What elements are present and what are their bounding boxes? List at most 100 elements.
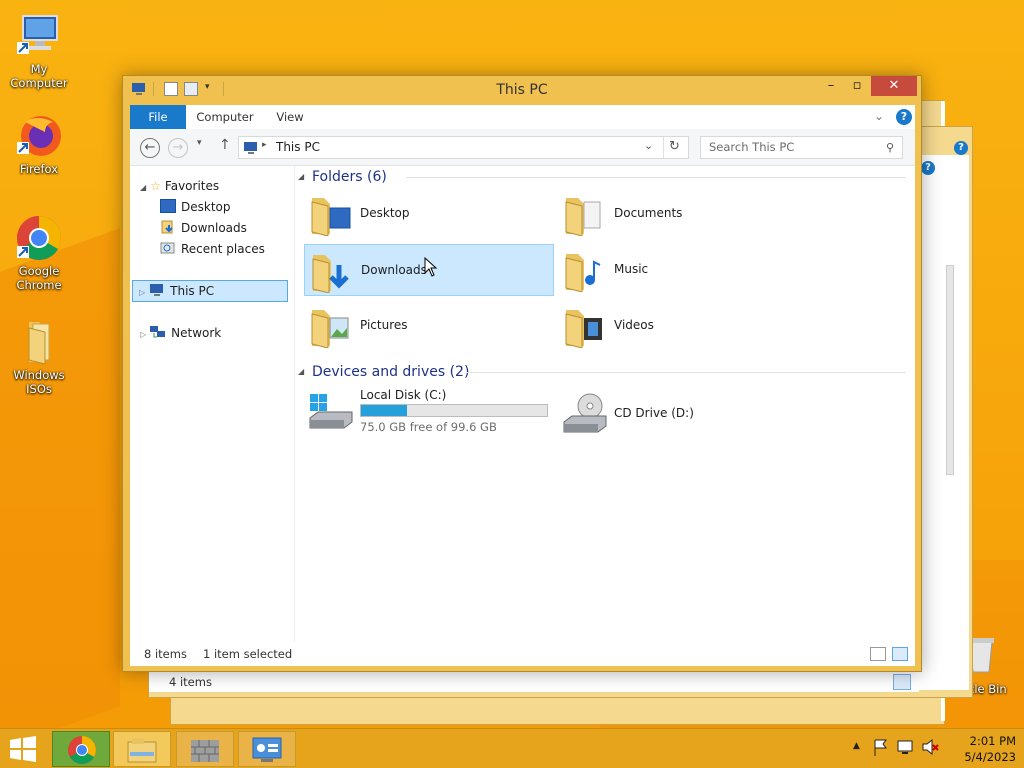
- expand-icon[interactable]: ▷: [140, 330, 146, 339]
- clock-date: 5/4/2023: [964, 750, 1016, 764]
- drive-c[interactable]: Local Disk (C:) 75.0 GB free of 99.6 GB: [304, 388, 554, 440]
- address-bar[interactable]: ▸ This PC ⌄ ↻: [238, 136, 689, 159]
- action-center-flag-icon[interactable]: [873, 738, 889, 756]
- star-icon: ☆: [150, 179, 161, 193]
- downloads-icon: [160, 220, 176, 234]
- desktop-icon-my-computer[interactable]: My Computer: [1, 12, 77, 90]
- nav-favorites[interactable]: ◢ ☆ Favorites: [140, 176, 219, 196]
- large-icons-view-icon[interactable]: [892, 647, 908, 661]
- window-body: ◢ ☆ Favorites Desktop Downloads Recent pla…: [130, 166, 915, 642]
- clock[interactable]: 2:01 PM 5/4/2023: [946, 733, 1016, 765]
- expand-ribbon-icon[interactable]: ⌄: [874, 109, 884, 123]
- folder-music[interactable]: Music: [558, 244, 808, 296]
- downloads-folder-icon: [309, 249, 353, 294]
- devices-group-header[interactable]: ◢ Devices and drives (2): [296, 361, 915, 381]
- chrome-icon: [15, 214, 63, 262]
- divider: [406, 177, 906, 178]
- nav-label: Network: [171, 326, 222, 340]
- status-bar: 8 items 1 item selected: [130, 642, 915, 666]
- folder-documents[interactable]: Documents: [558, 188, 808, 240]
- folder-downloads[interactable]: Downloads: [304, 244, 554, 296]
- taskbar-file-explorer[interactable]: [113, 731, 171, 767]
- volume-muted-icon[interactable]: [921, 738, 939, 756]
- collapse-icon[interactable]: ◢: [298, 367, 304, 376]
- cd-drive-icon: [562, 392, 607, 436]
- up-button[interactable]: ↑: [219, 137, 231, 153]
- close-button[interactable]: ✕: [871, 76, 917, 96]
- computer-icon: [15, 12, 63, 60]
- folder-label: Downloads: [361, 263, 427, 277]
- nav-downloads[interactable]: Downloads: [160, 218, 247, 238]
- computer-small-icon: [149, 283, 165, 297]
- back-button[interactable]: ←: [140, 138, 160, 158]
- nav-network[interactable]: ▷ Network: [140, 323, 221, 343]
- minimize-button[interactable]: –: [817, 76, 845, 96]
- drive-usage-bar: [360, 404, 548, 417]
- nav-desktop[interactable]: Desktop: [160, 197, 231, 217]
- show-hidden-icons-button[interactable]: ▲: [853, 741, 860, 751]
- desktop-icon-windows-isos[interactable]: Windows ISOs: [1, 318, 77, 396]
- mouse-cursor-icon: [424, 256, 438, 280]
- item-count: 8 items: [144, 647, 187, 661]
- breadcrumb[interactable]: This PC: [276, 140, 320, 154]
- folder-videos[interactable]: Videos: [558, 300, 808, 352]
- desktop-icon-label: cle Bin: [968, 682, 1007, 696]
- divider: [466, 372, 906, 373]
- desktop-icon: [160, 199, 176, 213]
- breadcrumb-chevron-icon[interactable]: ▸: [262, 140, 267, 150]
- expand-icon[interactable]: ◢: [140, 183, 146, 192]
- desktop-folder-icon: [308, 192, 352, 237]
- desktop-icon-label: My Computer: [10, 62, 68, 90]
- start-button[interactable]: [8, 736, 38, 762]
- search-input[interactable]: Search This PC ⚲: [700, 136, 903, 159]
- drive-d[interactable]: CD Drive (D:): [558, 388, 808, 440]
- taskbar-chrome[interactable]: [52, 731, 110, 767]
- search-icon[interactable]: ⚲: [886, 137, 894, 158]
- folders-group-header[interactable]: ◢ Folders (6): [296, 166, 915, 186]
- background-window-content: ?: [919, 155, 969, 690]
- content-pane: ◢ Folders (6) Desktop Documents Download…: [296, 166, 915, 642]
- clock-time: 2:01 PM: [969, 734, 1016, 748]
- taskbar-control-panel[interactable]: [238, 731, 296, 767]
- details-view-icon[interactable]: [870, 647, 886, 661]
- taskbar-firewall[interactable]: [176, 731, 234, 767]
- forward-button[interactable]: →: [168, 138, 188, 158]
- desktop-icon-firefox[interactable]: Firefox: [1, 112, 77, 176]
- recent-locations-button[interactable]: ▾: [197, 138, 202, 148]
- nav-label: Desktop: [181, 200, 231, 214]
- ribbon: File Computer View ⌄ ?: [130, 105, 915, 129]
- drive-usage-fill: [361, 405, 407, 416]
- nav-label: Downloads: [181, 221, 247, 235]
- expand-icon[interactable]: ▷: [139, 288, 145, 297]
- group-title: Devices and drives (2): [312, 364, 470, 380]
- search-placeholder: Search This PC: [709, 140, 795, 154]
- desktop-icon-chrome[interactable]: Google Chrome: [1, 214, 77, 292]
- pictures-folder-icon: [308, 304, 352, 349]
- folder-label: Desktop: [360, 206, 410, 220]
- refresh-icon[interactable]: ↻: [669, 139, 680, 154]
- background-status-bar: 4 items: [149, 672, 919, 692]
- nav-recent-places[interactable]: Recent places: [160, 239, 265, 259]
- folder-pictures[interactable]: Pictures: [304, 300, 554, 352]
- tab-computer[interactable]: Computer: [190, 105, 260, 129]
- folder-desktop[interactable]: Desktop: [304, 188, 554, 240]
- network-icon: [150, 325, 166, 339]
- desktop-icon-label: Firefox: [19, 162, 59, 176]
- scrollbar[interactable]: [946, 265, 954, 475]
- tab-view[interactable]: View: [270, 105, 310, 129]
- nav-label: This PC: [170, 284, 215, 298]
- explorer-window[interactable]: ▾ This PC – ▫ ✕ File Computer View ⌄ ? ←…: [122, 75, 922, 672]
- tab-file[interactable]: File: [130, 105, 186, 129]
- network-status-icon[interactable]: [897, 738, 915, 756]
- maximize-button[interactable]: ▫: [843, 76, 871, 96]
- title-bar[interactable]: ▾ This PC – ▫ ✕: [123, 76, 921, 104]
- address-dropdown-icon[interactable]: ⌄: [644, 139, 653, 152]
- collapse-icon[interactable]: ◢: [298, 172, 304, 181]
- details-view-icon[interactable]: [893, 674, 911, 690]
- help-icon[interactable]: ?: [954, 141, 968, 155]
- chrome-icon: [67, 735, 97, 768]
- help-icon[interactable]: ?: [921, 161, 935, 175]
- nav-this-pc[interactable]: ▷ This PC: [132, 280, 288, 302]
- help-icon[interactable]: ?: [896, 109, 912, 125]
- window-title: This PC: [496, 82, 548, 98]
